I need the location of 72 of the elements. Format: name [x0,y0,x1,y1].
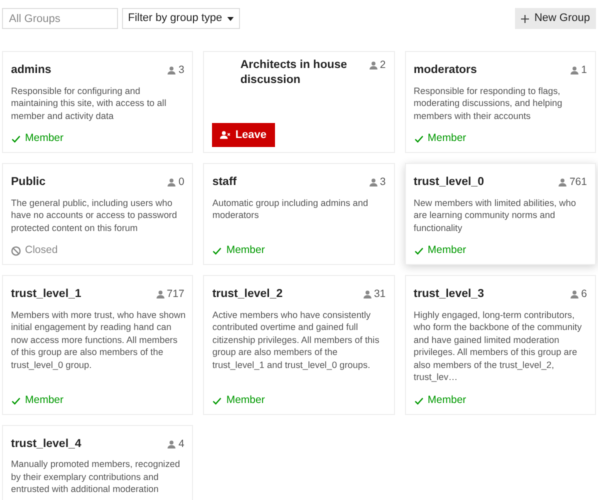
check-icon [212,396,222,406]
group-name: Public [11,175,46,190]
member-label: Member [226,243,265,258]
user-icon [167,66,176,76]
user-icon [167,178,176,188]
user-remove-icon [220,130,232,140]
member-label: Member [428,243,466,258]
group-name: trust_level_4 [11,436,82,452]
check-icon [11,134,21,144]
group-description: Active members who have consistently contributed overtime and gained full citizenship privileges. All members of this group are also members of the trust_level_1 and trust_level_0 groups. [212,308,380,372]
group-description: Manually promoted members, recognized by their exemplary contributions and entrusted with additional moderation [11,458,182,496]
member-count: 1 [581,63,587,78]
group-name: trust_level_2 [212,287,283,302]
new-group-button[interactable]: New Group [515,8,596,29]
user-icon [362,290,372,300]
caret-icon [227,16,234,20]
member-count: 2 [380,58,386,73]
user-icon [156,290,165,300]
member-label: Member [25,131,64,146]
user-icon [570,66,580,76]
member-count: 31 [374,287,386,302]
filter-dropdown[interactable]: Filter by group type [122,8,240,29]
group-card[interactable]: trust_level_0 761 New members with limited abilities, who are learning community norms and functionality Member [404,163,596,265]
search-field[interactable]: All Groups [2,8,118,29]
member-count: 3 [380,175,386,190]
group-card[interactable]: moderators 1 Responsible for responding to flags, moderating discussions, and helping members with their accounts Member [404,51,596,153]
group-description: The general public, including users who have no accounts or access to password protected content on this forum [11,196,178,234]
group-name: admins [11,63,52,78]
group-description: Highly engaged, long-term contributors, who form the backbone of the community and have gained limited moderation privileges. All members of this group are also members of the trust_level_2, trust_lev… [414,308,583,384]
member-count: 761 [569,175,587,190]
member-count: 717 [166,287,184,302]
user-icon [570,290,580,300]
member-count: 6 [581,287,587,302]
member-label: Member [226,392,265,408]
group-name: Architects in house discussion [239,58,348,88]
group-card[interactable]: staff 3 Automatic group including admins and moderators Member [203,163,395,265]
group-name: trust_level_3 [414,287,484,302]
user-icon [167,440,176,449]
user-icon [368,61,378,70]
group-name: staff [212,175,237,190]
check-icon [414,396,424,406]
user-icon [558,178,568,188]
user-icon [368,178,378,188]
group-description: Automatic group including admins and moderators [212,196,370,222]
group-card[interactable]: admins 3 Responsible for configuring and maintaining this site, with access to all member and activity data Member [2,51,194,153]
member-count: 4 [178,436,184,452]
leave-button[interactable]: Leave [212,122,275,147]
member-label: Member [428,392,466,408]
closed-label: Closed [25,243,58,258]
member-label: Member [25,392,64,408]
group-card[interactable] [404,275,596,414]
group-description: Responsible for configuring and maintaining this site, with access to all member and activity data [11,84,168,122]
member-label: Member [428,131,466,146]
member-count: 0 [178,175,184,190]
group-name: trust_level_0 [414,175,484,190]
group-description: New members with limited abilities, who are learning community norms and functionality [414,196,578,234]
check-icon [11,396,21,406]
check-icon [414,134,424,144]
group-card[interactable]: Public 0 The general public, including users who have no accounts or access to password protected content on this forum Closed [2,163,194,265]
group-card[interactable] [203,275,395,414]
plus-icon [521,14,530,22]
ban-icon [11,246,21,256]
group-name: trust_level_1 [11,287,82,302]
group-card[interactable]: trust_level_4 4 Manually promoted members, recognized by their exemplary contributions and entrusted with additional moderation [2,424,194,500]
group-name: moderators [414,63,477,78]
group-description: Members with more trust, who have shown initial engagement by reading hand can now access more functions. All members of this group are also members of the trust_level_0 group. [11,308,186,372]
group-card[interactable] [2,275,194,414]
check-icon [212,246,222,256]
check-icon [414,246,424,256]
member-count: 3 [178,63,184,78]
group-card[interactable]: Architects in house discussion 2 Leave [203,51,395,153]
group-description: Responsible for responding to flags, moderating discussions, and helping members with their accounts [414,84,564,122]
